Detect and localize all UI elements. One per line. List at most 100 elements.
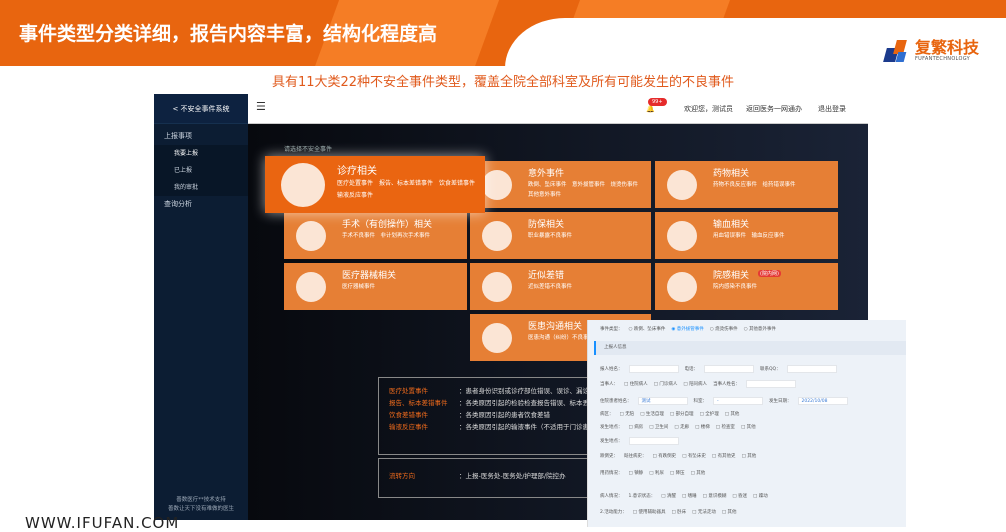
event-category-card[interactable]: 输血相关用血错误事件 输血反应事件 (655, 212, 838, 259)
event-category-card[interactable]: 近似差错近似差错不良事件 (470, 263, 651, 310)
form-label: □ 部分自理 (669, 412, 694, 417)
sidebar-item-analysis[interactable]: 查询分析 (154, 196, 248, 213)
category-illustration-icon (281, 163, 325, 207)
card-title: 医疗器械相关 (342, 271, 397, 281)
form-row: 用药情况： □ 镇静 □ 利尿 □ 降压 □ 其他 (588, 470, 906, 476)
event-category-card[interactable]: 意外事件 跌倒、坠床事件 意外拔管事件 烧烫伤事件 其他意外事件 (470, 161, 651, 208)
form-label: □ 其他 (741, 454, 757, 459)
form-label: 既往病史： (624, 454, 647, 459)
card-description: 用血错误事件 输血反应事件 (713, 233, 785, 239)
form-input[interactable]: - (713, 397, 763, 405)
form-label: □ 镇静 (628, 471, 644, 476)
category-illustration-icon (296, 272, 326, 302)
card-title: 防保相关 (528, 220, 565, 230)
sidebar-back[interactable]: < 不安全事件系统 (154, 94, 248, 124)
card-title: 近似差错 (528, 271, 565, 281)
form-input[interactable] (628, 365, 679, 373)
form-label: □ 有跌倒史 (652, 454, 677, 459)
logout-link[interactable]: 退出登录 (818, 104, 846, 114)
form-label: □ 检查室 (715, 425, 735, 430)
detail-value: ：各类原因引起的输液事件（不适用于门诊患者） (459, 423, 602, 431)
category-illustration-icon (482, 170, 512, 200)
detail-label: 报告、标本差错事件 (389, 399, 448, 407)
form-input[interactable] (704, 365, 754, 373)
form-label: □ 利尿 (649, 471, 664, 476)
logo-mark-icon (883, 36, 911, 66)
card-description: 药物不良反应事件 给药错误事件 (713, 182, 796, 188)
form-input[interactable] (786, 365, 837, 373)
sidebar-item-approval[interactable]: 我的审批 (154, 179, 248, 196)
form-label: 住院患者姓名： (600, 399, 632, 404)
event-category-card[interactable]: 药物相关 药物不良反应事件 给药错误事件 (655, 161, 838, 208)
form-label: 科室： (693, 399, 708, 404)
form-row: 发生地点： □ 病房 □ 卫生间 □ 走廊 □ 楼梯 □ 检查室 □ 其他 (588, 424, 906, 430)
form-label: 用药情况： (600, 471, 623, 476)
form-row: 病人情况： 1.意识状态： □ 清醒 □ 嗜睡 □ 意识模糊 □ 昏迷 □ 躁动 (588, 493, 906, 499)
type-radio[interactable]: ◉ 意外拔管事件 (671, 326, 703, 332)
card-description: 职业暴露不良事件 (528, 233, 573, 239)
form-row: 病区： □ 无陪 □ 生活自理 □ 部分自理 □ 全护理 □ 其他 (588, 411, 906, 417)
event-category-card[interactable]: 防保相关职业暴露不良事件 (470, 212, 651, 259)
event-form-screenshot: 事件类型： ○ 跌倒、坠床事件 ◉ 意外拔管事件 ○ 烧烫伤事件 ○ 其他意外事件 上报人… (587, 320, 906, 527)
event-category-card[interactable]: 诊疗相关医疗处置事件 报告、标本差错事件 饮食差错事件 输液反应事件 (265, 156, 485, 213)
form-label: 电话： (684, 367, 699, 372)
back-portal-link[interactable]: 返回医务一网通办 (746, 104, 802, 114)
event-category-card[interactable]: 院感相关 (院内网) 院内感染不良事件 (655, 263, 838, 310)
event-category-card[interactable]: 手术（有创操作）相关 手术不良事件 非计划再次手术事件 (284, 212, 467, 259)
footer-url: WWW.IFUFAN.COM (25, 514, 180, 532)
select-hint: 请选择不安全事件 (284, 146, 333, 153)
card-title: 输血相关 (713, 220, 750, 230)
intranet-tag: (院内网) (758, 270, 781, 277)
sidebar-item-report[interactable]: 我要上报 (154, 145, 248, 162)
slide-subtitle: 具有11大类22种不安全事件类型，覆盖全院全部科室及所有可能发生的不良事件 (271, 75, 735, 90)
bell-icon[interactable]: 🔔 (646, 105, 655, 113)
form-label: □ 有坠床史 (682, 454, 706, 459)
form-label: □ 门诊病人 (653, 382, 678, 387)
card-title: 手术（有创操作）相关 (342, 220, 433, 230)
card-description: 医疗器械事件 (342, 284, 376, 290)
form-label: □ 卧床 (671, 510, 687, 515)
card-description: 医疗处置事件 报告、标本差错事件 饮食差错事件 输液反应事件 (337, 180, 482, 199)
type-radio[interactable]: ○ 跌倒、坠床事件 (629, 326, 666, 332)
form-label: 发生地点： (600, 425, 623, 430)
logo-text: 复繁科技 (915, 38, 980, 57)
topbar: ☰ 🔔 99+ 欢迎您，测试员 返回医务一网通办 退出登录 (248, 94, 868, 124)
form-row: 发生地点： (588, 437, 906, 445)
form-label: □ 使用辅助器具 (632, 510, 666, 515)
type-radio[interactable]: ○ 烧烫伤事件 (710, 326, 738, 332)
form-label: □ 降压 (669, 471, 685, 476)
form-label: 当事人： (600, 382, 618, 387)
card-title: 诊疗相关 (337, 166, 377, 177)
form-input[interactable]: 2022/10/08 (797, 397, 848, 405)
card-description: 近似差错不良事件 (528, 284, 573, 290)
form-label: □ 有其他史 (711, 454, 736, 459)
category-illustration-icon (667, 170, 697, 200)
form-label: 联系QQ： (760, 367, 781, 372)
form-row: 当事人： □ 住院病人 □ 门诊病人 □ 陪同病人 当事人姓名： (588, 380, 906, 388)
event-category-card[interactable]: 医疗器械相关医疗器械事件 (284, 263, 467, 310)
form-input[interactable]: 测试 (637, 397, 688, 405)
detail-label: 饮食差错事件 (389, 411, 428, 419)
type-radio[interactable]: ○ 其他意外事件 (744, 326, 776, 332)
logo-subtext: FUFANTECHNOLOGY (915, 56, 970, 62)
form-label: 病区： (600, 412, 614, 417)
form-label: □ 其他 (740, 425, 756, 430)
welcome-text: 欢迎您，测试员 (684, 105, 733, 113)
section-title: 上报人信息 (594, 341, 906, 355)
form-label: □ 无陪 (619, 412, 635, 417)
sidebar-item-reported[interactable]: 已上报 (154, 162, 248, 179)
sidebar-group-report[interactable]: 上报事项 (154, 128, 248, 145)
card-title: 医患沟通相关 (528, 322, 583, 332)
form-label: 2.活动能力： (600, 510, 627, 515)
form-label: □ 陪同病人 (683, 382, 708, 387)
form-input[interactable] (628, 437, 679, 445)
form-input[interactable] (746, 380, 797, 388)
form-label: □ 楼梯 (695, 425, 710, 430)
slide-title: 事件类型分类详细，报告内容丰富，结构化程度高 (19, 23, 438, 45)
category-illustration-icon (482, 272, 512, 302)
form-row: 2.活动能力： □ 使用辅助器具 □ 卧床 □ 无法走动 □ 其他 (588, 509, 906, 515)
menu-toggle-icon[interactable]: ☰ (256, 100, 266, 113)
sidebar-footer: 善数医疗**技术支持 善数让天下没有难做的医生 (167, 497, 234, 512)
form-row: 跌倒史： 既往病史： □ 有跌倒史 □ 有坠床史 □ 有其他史 □ 其他 (588, 453, 906, 459)
form-label: 跌倒史： (600, 454, 618, 459)
